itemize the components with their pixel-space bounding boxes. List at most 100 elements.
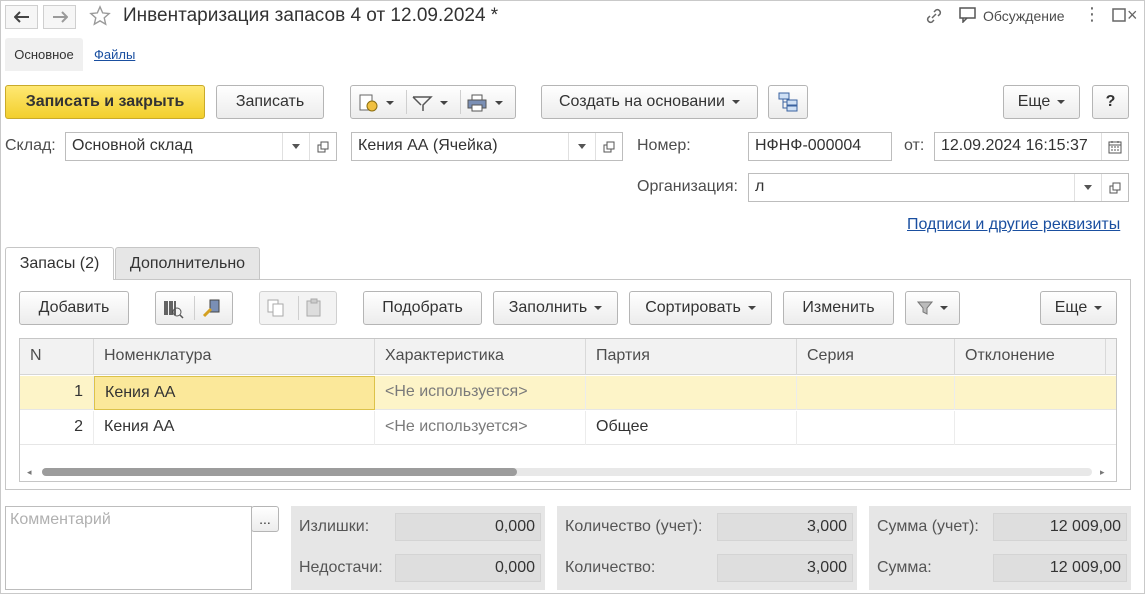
date-field[interactable]: 12.09.2024 16:15:37 bbox=[934, 132, 1129, 161]
totals-sum-panel: Сумма (учет): 12 009,00 Сумма: 12 009,00 bbox=[869, 506, 1131, 590]
create-based-on-button[interactable]: Создать на основании bbox=[541, 85, 758, 119]
organization-dropdown-button[interactable] bbox=[1074, 174, 1101, 201]
add-button[interactable]: Добавить bbox=[19, 291, 129, 325]
cell-dropdown-button[interactable] bbox=[568, 133, 595, 160]
cell-n: 1 bbox=[20, 376, 94, 410]
arrow-right-icon bbox=[52, 11, 68, 23]
chevron-down-icon bbox=[578, 144, 586, 149]
table-row[interactable]: 1 Кения АА <Не используется> bbox=[20, 376, 1116, 410]
scanner-icon bbox=[202, 299, 220, 318]
organization-open-button[interactable] bbox=[1101, 174, 1128, 201]
sort-label: Сортировать bbox=[645, 299, 741, 316]
scroll-right-icon[interactable]: ▸ bbox=[1100, 467, 1105, 478]
sum-value: 12 009,00 bbox=[1049, 559, 1121, 576]
column-header-characteristic[interactable]: Характеристика bbox=[375, 339, 586, 375]
barcode-search-button[interactable] bbox=[162, 298, 188, 320]
tab-additional[interactable]: Дополнительно bbox=[115, 247, 260, 280]
tab-main[interactable]: Основное bbox=[5, 38, 83, 71]
table-more-button[interactable]: Еще bbox=[1040, 291, 1117, 325]
close-icon[interactable]: × bbox=[1127, 6, 1138, 24]
barcode-icon bbox=[164, 301, 184, 319]
structure-button[interactable] bbox=[768, 85, 808, 119]
arrow-left-icon bbox=[13, 11, 29, 23]
back-button[interactable] bbox=[5, 5, 38, 29]
fill-label: Заполнить bbox=[508, 299, 588, 316]
scanner-button[interactable] bbox=[200, 298, 226, 320]
cell-nomenclature[interactable]: Кения АА bbox=[94, 376, 375, 410]
surplus-value: 0,000 bbox=[494, 518, 535, 535]
cell-characteristic[interactable]: <Не используется> bbox=[375, 411, 586, 445]
tab-stocks[interactable]: Запасы (2) bbox=[5, 247, 114, 280]
cell-series[interactable] bbox=[797, 411, 955, 445]
tab-files[interactable]: Файлы bbox=[94, 47, 135, 62]
discussion-button[interactable]: Обсуждение bbox=[983, 8, 1065, 24]
document-clock-icon bbox=[359, 94, 378, 112]
surplus-label: Излишки: bbox=[299, 518, 370, 535]
link-icon[interactable] bbox=[925, 7, 943, 30]
warehouse-label: Склад: bbox=[5, 137, 56, 154]
help-button[interactable]: ? bbox=[1092, 85, 1129, 119]
chevron-down-icon bbox=[292, 144, 300, 149]
scrollbar-thumb[interactable] bbox=[42, 468, 517, 476]
copy-button[interactable] bbox=[266, 298, 292, 320]
qty-account-label: Количество (учет): bbox=[565, 518, 703, 535]
create-based-on-label: Создать на основании bbox=[559, 93, 725, 110]
cell-deviation[interactable] bbox=[955, 376, 1116, 410]
table-row[interactable]: 2 Кения АА <Не используется> Общее bbox=[20, 411, 1116, 445]
save-and-close-button[interactable]: Записать и закрыть bbox=[5, 85, 205, 119]
table-more-label: Еще bbox=[1054, 299, 1088, 316]
calendar-button[interactable] bbox=[1101, 133, 1128, 160]
column-header-n[interactable]: N bbox=[20, 339, 94, 375]
organization-field[interactable]: л bbox=[748, 173, 1129, 202]
cell-characteristic[interactable]: <Не используется> bbox=[375, 376, 586, 410]
pick-button[interactable]: Подобрать bbox=[363, 291, 482, 325]
cell-batch[interactable]: Общее bbox=[586, 411, 797, 445]
number-field[interactable]: НФНФ-000004 bbox=[748, 132, 892, 161]
maximize-icon[interactable] bbox=[1112, 8, 1126, 27]
barcode-group bbox=[155, 291, 233, 325]
filter-menu-button[interactable] bbox=[411, 92, 455, 114]
comment-placeholder: Комментарий bbox=[10, 511, 111, 528]
sum-account-label: Сумма (учет): bbox=[877, 518, 979, 535]
column-header-deviation[interactable]: Отклонение bbox=[955, 339, 1106, 375]
printer-icon bbox=[467, 94, 487, 112]
favorite-star-icon[interactable] bbox=[89, 5, 113, 29]
paste-button[interactable] bbox=[304, 298, 330, 320]
cell-series[interactable] bbox=[797, 376, 955, 410]
column-header-nomenclature[interactable]: Номенклатура bbox=[94, 339, 375, 375]
table-filter-button[interactable] bbox=[905, 291, 960, 325]
save-button[interactable]: Записать bbox=[216, 85, 324, 119]
fill-button[interactable]: Заполнить bbox=[493, 291, 618, 325]
open-window-icon bbox=[317, 141, 329, 152]
column-header-series[interactable]: Серия bbox=[797, 339, 955, 375]
send-icon bbox=[412, 96, 433, 111]
sort-button[interactable]: Сортировать bbox=[629, 291, 772, 325]
more-button[interactable]: Еще bbox=[1003, 85, 1080, 119]
qty-label: Количество: bbox=[565, 559, 656, 576]
doc-status-button[interactable] bbox=[357, 92, 401, 114]
warehouse-open-button[interactable] bbox=[309, 133, 336, 160]
signatures-link[interactable]: Подписи и другие реквизиты bbox=[907, 216, 1120, 234]
date-label: от: bbox=[904, 137, 925, 154]
open-window-icon bbox=[603, 141, 615, 152]
totals-surplus-panel: Излишки: 0,000 Недостачи: 0,000 bbox=[291, 506, 545, 590]
cell-field[interactable]: Кения АА (Ячейка) bbox=[351, 132, 623, 161]
cell-batch[interactable] bbox=[586, 376, 797, 410]
print-button[interactable] bbox=[466, 92, 510, 114]
warehouse-dropdown-button[interactable] bbox=[282, 133, 309, 160]
cell-open-button[interactable] bbox=[595, 133, 622, 160]
change-button[interactable]: Изменить bbox=[783, 291, 894, 325]
copy-icon bbox=[267, 299, 284, 317]
comment-field[interactable]: Комментарий bbox=[5, 506, 252, 590]
horizontal-scrollbar[interactable] bbox=[42, 468, 1092, 476]
cell-deviation[interactable] bbox=[955, 411, 1116, 445]
cell-nomenclature[interactable]: Кения АА bbox=[94, 411, 375, 445]
forward-button[interactable] bbox=[43, 5, 76, 29]
more-menu-icon[interactable]: ⋮ bbox=[1083, 5, 1101, 23]
organization-label: Организация: bbox=[637, 178, 738, 195]
scroll-left-icon[interactable]: ◂ bbox=[27, 467, 32, 478]
column-header-batch[interactable]: Партия bbox=[586, 339, 797, 375]
comment-expand-button[interactable]: ... bbox=[251, 506, 279, 532]
discussion-icon[interactable] bbox=[959, 7, 977, 28]
warehouse-field[interactable]: Основной склад bbox=[65, 132, 337, 161]
